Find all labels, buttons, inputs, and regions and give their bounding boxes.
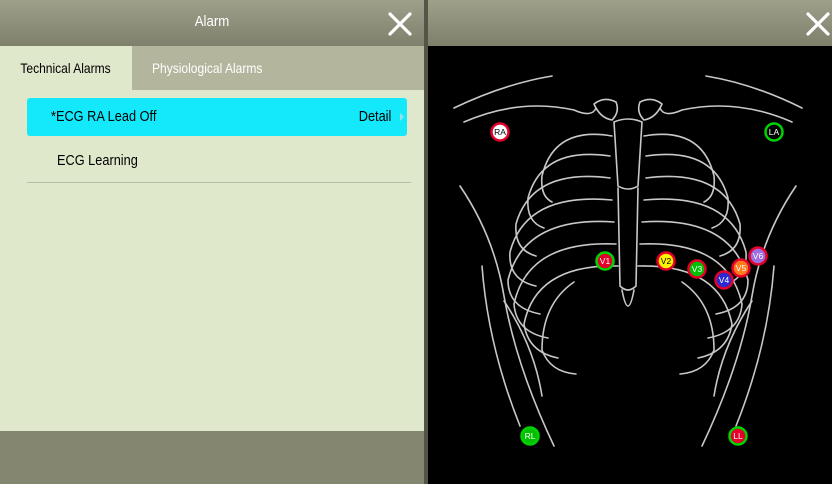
tab-technical-alarms-label: Technical Alarms	[20, 60, 112, 76]
electrode-v4[interactable]: V4	[714, 270, 734, 290]
electrode-group: RA LA V1 V2 V3 V4 V5 V6 RL LL	[490, 122, 784, 446]
alarm-item-text: ECG Learning	[57, 152, 138, 169]
electrode-label: RA	[494, 127, 506, 137]
alarm-title: Alarm	[194, 13, 230, 30]
electrode-ra[interactable]: RA	[490, 122, 510, 142]
tab-physiological-alarms-label: Physiological Alarms	[151, 60, 263, 76]
list-divider	[27, 182, 411, 183]
electrode-label: V3	[692, 264, 703, 274]
electrode-label: RL	[525, 431, 536, 441]
electrode-label: LL	[733, 431, 743, 441]
electrode-v3[interactable]: V3	[687, 259, 707, 279]
close-icon[interactable]	[803, 9, 832, 39]
electrode-v5[interactable]: V5	[731, 258, 751, 278]
alarm-panel: Alarm Technical Alarms Physiological Ala…	[0, 0, 424, 484]
electrode-label: V6	[753, 251, 764, 261]
alarm-header: Alarm	[0, 0, 424, 46]
chest-diagram: RA LA V1 V2 V3 V4 V5 V6 RL LL	[453, 75, 803, 447]
electrode-v2[interactable]: V2	[656, 251, 676, 271]
alarm-item-ecg-learning[interactable]: ECG Learning	[27, 142, 407, 180]
electrode-ll[interactable]: LL	[728, 426, 748, 446]
electrode-panel: RA LA V1 V2 V3 V4 V5 V6 RL LL	[424, 0, 832, 484]
electrode-v6[interactable]: V6	[748, 246, 768, 266]
tab-technical-alarms[interactable]: Technical Alarms	[0, 46, 132, 90]
electrode-la[interactable]: LA	[764, 122, 784, 142]
electrode-rl[interactable]: RL	[520, 426, 540, 446]
alarm-footer-bar	[0, 431, 424, 484]
alarm-tab-bar: Technical Alarms Physiological Alarms	[0, 46, 424, 90]
electrode-label: V1	[600, 256, 611, 266]
electrode-v1[interactable]: V1	[595, 251, 615, 271]
electrode-panel-header	[428, 0, 832, 46]
chevron-right-icon	[400, 113, 404, 121]
alarm-item-ecg-ra-lead-off[interactable]: *ECG RA Lead Off Detail	[27, 98, 407, 136]
alarm-detail-button[interactable]: Detail	[358, 98, 391, 136]
alarm-item-text: *ECG RA Lead Off	[51, 108, 157, 125]
electrode-label: V5	[736, 263, 747, 273]
electrode-label: V2	[661, 256, 672, 266]
tab-physiological-alarms[interactable]: Physiological Alarms	[132, 46, 282, 90]
electrode-label: V4	[719, 275, 730, 285]
close-icon[interactable]	[385, 9, 415, 39]
electrode-label: LA	[769, 127, 780, 137]
